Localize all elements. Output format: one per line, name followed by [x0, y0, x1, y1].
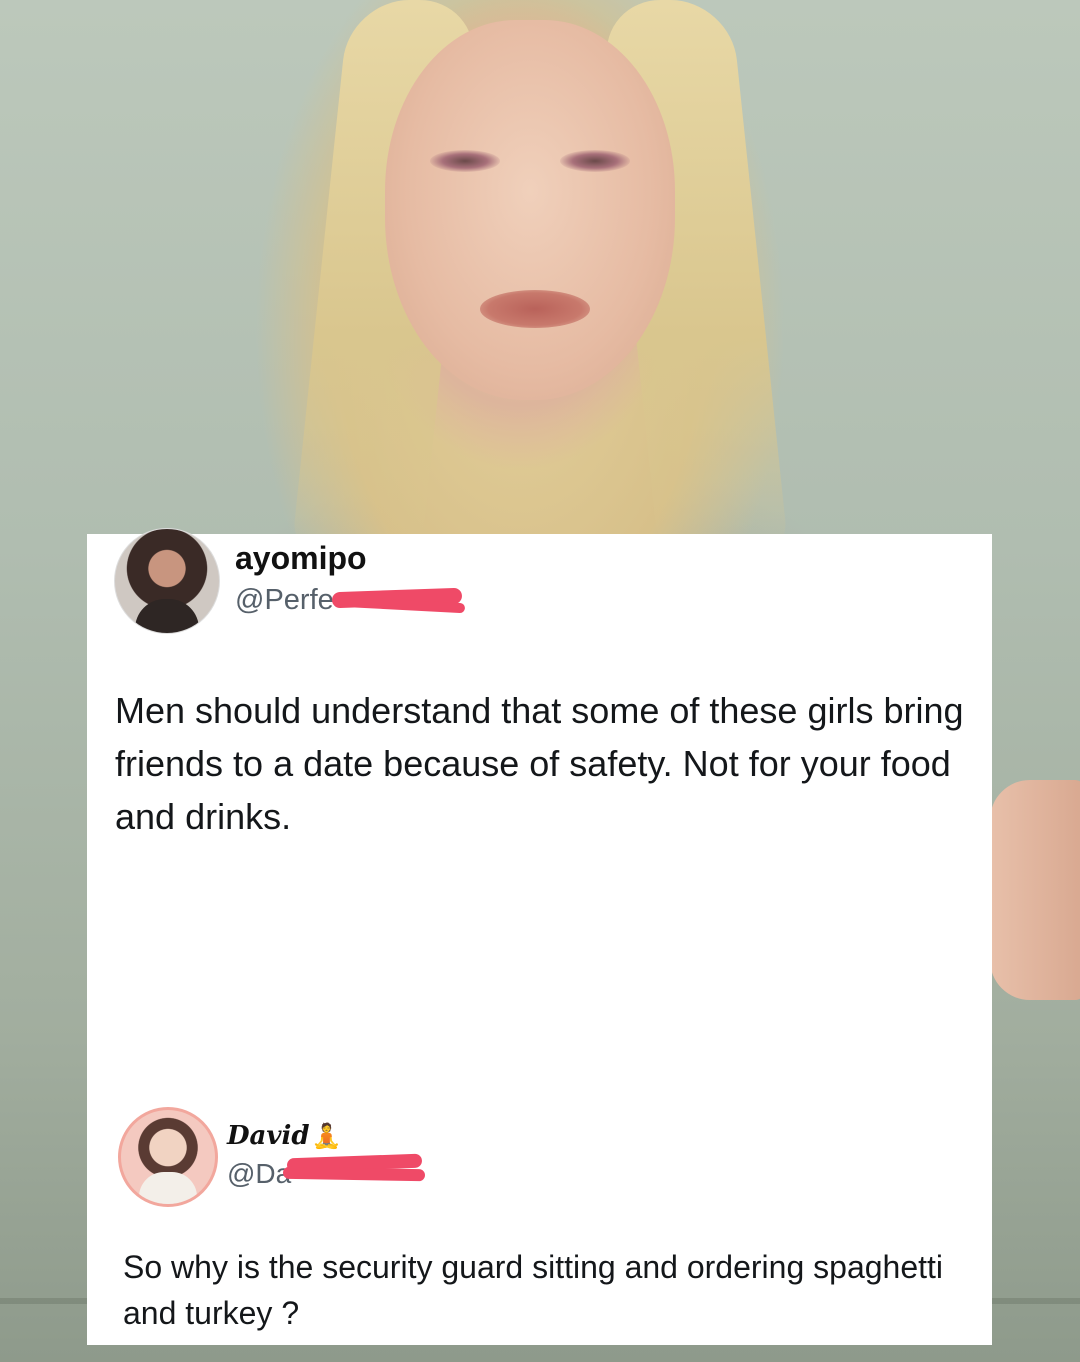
photo-hand — [990, 780, 1080, 1000]
redaction-mark — [282, 1166, 426, 1182]
tweet2-display-name-text: David — [227, 1121, 310, 1151]
tweet2-display-name[interactable]: David🧘 — [227, 1121, 341, 1151]
tweet1-display-name[interactable]: ayomipo — [235, 540, 367, 577]
tweet1-handle[interactable]: @Perfe — [235, 584, 334, 617]
meditation-emoji-icon: 🧘 — [311, 1121, 342, 1150]
tweet1-text: Men should understand that some of these… — [115, 690, 964, 837]
tweet2-text: So why is the security guard sitting and… — [123, 1249, 944, 1331]
avatar-david[interactable] — [118, 1107, 218, 1207]
tweet2-handle[interactable]: @Da — [227, 1158, 291, 1190]
photo-face — [385, 20, 675, 400]
photo-eye-left — [430, 150, 500, 172]
tweet-card: ayomipo @Perfe Men should understand tha… — [87, 528, 992, 1345]
avatar-body — [135, 599, 199, 633]
photo-lips — [480, 290, 590, 328]
avatar-ayomipo[interactable] — [114, 528, 220, 634]
avatar-body — [139, 1172, 197, 1204]
photo-eye-right — [560, 150, 630, 172]
